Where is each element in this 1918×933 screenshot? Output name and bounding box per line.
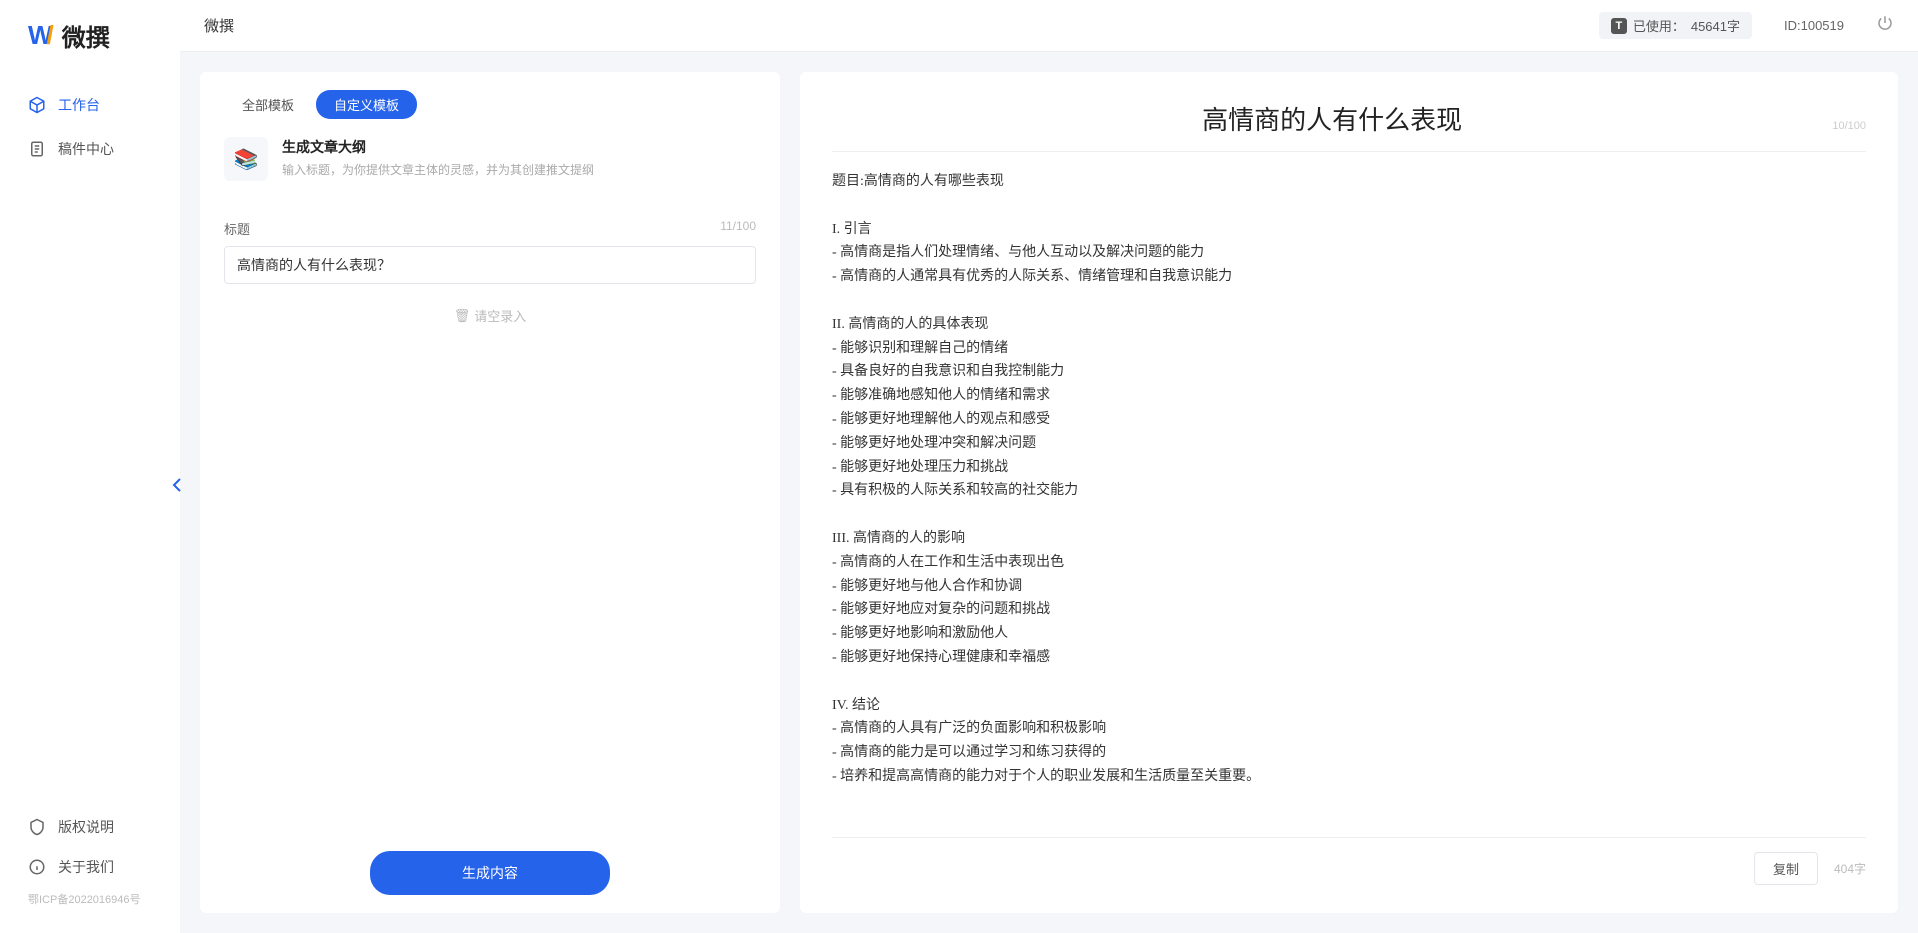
logo: W/ 微撰: [0, 18, 180, 83]
collapse-sidebar-button[interactable]: [170, 475, 184, 495]
user-id: ID:100519: [1784, 18, 1844, 33]
template-title: 生成文章大纲: [282, 137, 594, 157]
doc-body[interactable]: 题目:高情商的人有哪些表现 I. 引言 - 高情商是指人们处理情绪、与他人互动以…: [832, 170, 1866, 823]
template-tabs: 全部模板 自定义模板: [224, 90, 756, 119]
topbar: 微撰 T 已使用： 45641字 ID:100519: [180, 0, 1918, 52]
tab-all-templates[interactable]: 全部模板: [224, 90, 312, 119]
document-icon: [28, 140, 46, 158]
cube-icon: [28, 96, 46, 114]
icp-text: 鄂ICP备2022016946号: [0, 887, 180, 907]
trash-icon: 🗑: [454, 308, 471, 324]
tab-custom-templates[interactable]: 自定义模板: [316, 90, 417, 119]
nav-item-label: 关于我们: [58, 857, 114, 877]
text-icon: T: [1611, 18, 1627, 34]
logo-icon: W/: [28, 20, 54, 51]
copy-button[interactable]: 复制: [1754, 852, 1818, 885]
nav-item-label: 版权说明: [58, 817, 114, 837]
title-input[interactable]: [224, 246, 756, 284]
template-desc: 输入标题，为你提供文章主体的灵感，并为其创建推文提纲: [282, 161, 594, 178]
shield-icon: [28, 818, 46, 836]
info-icon: [28, 858, 46, 876]
doc-title[interactable]: 高情商的人有什么表现: [832, 100, 1832, 137]
nav-item-workspace[interactable]: 工作台: [0, 83, 180, 127]
usage-label: 已使用：: [1633, 16, 1685, 35]
nav-item-label: 工作台: [58, 95, 100, 115]
nav-item-drafts[interactable]: 稿件中心: [0, 127, 180, 171]
power-icon[interactable]: [1876, 14, 1894, 37]
usage-badge: T 已使用： 45641字: [1599, 12, 1752, 39]
config-panel: 全部模板 自定义模板 📚 生成文章大纲 输入标题，为你提供文章主体的灵感，并为其…: [200, 72, 780, 913]
usage-value: 45641字: [1691, 16, 1740, 35]
sidebar-footer: 版权说明 关于我们 鄂ICP备2022016946号: [0, 807, 180, 915]
generate-button[interactable]: 生成内容: [370, 851, 610, 895]
field-label-title: 标题: [224, 219, 250, 238]
doc-title-counter: 10/100: [1832, 120, 1866, 132]
sidebar: W/ 微撰 工作台 稿件中心 版权说明 关于我们 鄂ICP备2022016946…: [0, 0, 180, 933]
breadcrumb: 微撰: [204, 15, 234, 36]
output-panel: 高情商的人有什么表现 10/100 题目:高情商的人有哪些表现 I. 引言 - …: [800, 72, 1898, 913]
clear-input-button[interactable]: 🗑 请空录入: [224, 298, 756, 333]
nav-item-about[interactable]: 关于我们: [0, 847, 180, 887]
word-count: 404字: [1834, 860, 1866, 877]
nav-item-copyright[interactable]: 版权说明: [0, 807, 180, 847]
template-card: 📚 生成文章大纲 输入标题，为你提供文章主体的灵感，并为其创建推文提纲: [224, 137, 756, 181]
template-icon: 📚: [224, 137, 268, 181]
title-counter: 11/100: [720, 219, 756, 238]
logo-text: 微撰: [62, 18, 110, 53]
nav-item-label: 稿件中心: [58, 139, 114, 159]
nav: 工作台 稿件中心: [0, 83, 180, 807]
